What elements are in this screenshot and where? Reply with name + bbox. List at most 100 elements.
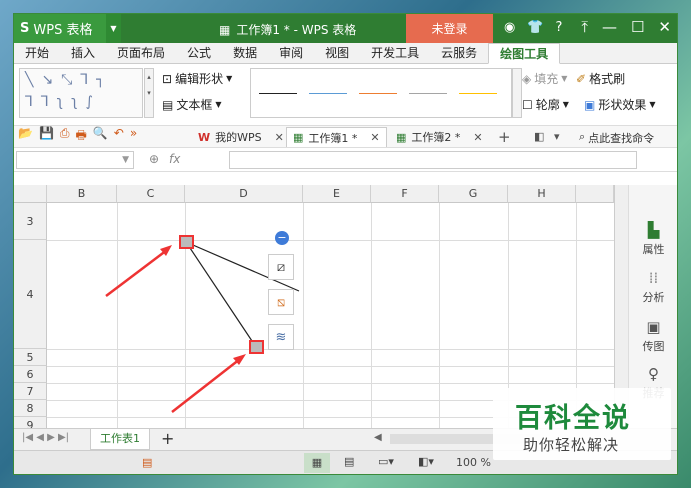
tab-my-wps[interactable]: W 我的WPS ✕: [192, 127, 290, 147]
tab-drawing-tools[interactable]: 绘图工具: [488, 42, 561, 64]
tab-list-icon[interactable]: ▾: [554, 130, 560, 143]
curve-connector-icon[interactable]: Ꞁ: [41, 94, 49, 110]
add-sheet-button[interactable]: +: [161, 429, 174, 448]
arrow-shape-icon[interactable]: ↘: [41, 72, 53, 88]
line-shape-icon[interactable]: ╲: [25, 72, 33, 88]
tab-nav-icon[interactable]: ◧: [534, 130, 544, 143]
layout-view-icon[interactable]: ▭▾: [378, 455, 394, 468]
tab-data[interactable]: 数据: [222, 43, 268, 64]
hscroll-left-icon[interactable]: ◀: [374, 432, 382, 443]
sheet-nav-icons[interactable]: |◀ ◀ ▶ ▶|: [22, 432, 69, 443]
line-style-swatch[interactable]: [259, 93, 297, 94]
fx-icon[interactable]: fx: [169, 152, 180, 166]
tab-view[interactable]: 视图: [314, 43, 360, 64]
normal-view-icon[interactable]: ▦: [304, 453, 330, 473]
shape-effect-button[interactable]: ▣ 形状效果 ▼: [584, 96, 656, 113]
macro-icon[interactable]: ▤: [142, 456, 152, 469]
double-arrow-shape-icon[interactable]: ⤡: [61, 72, 72, 88]
zoom-formula-icon[interactable]: ⊕: [149, 152, 159, 166]
fill-bucket-icon: ◈: [522, 71, 532, 86]
close-tab-icon[interactable]: ✕: [370, 131, 379, 144]
tab-page-layout[interactable]: 页面布局: [106, 43, 176, 64]
close-icon[interactable]: ✕: [658, 18, 671, 36]
tab-cloud[interactable]: 云服务: [430, 43, 488, 64]
name-box[interactable]: ▼: [16, 151, 134, 169]
shape-style-icon[interactable]: ⧄: [268, 254, 294, 280]
print-preview-icon[interactable]: 🔍: [93, 126, 108, 147]
line-end-handle[interactable]: [249, 340, 264, 354]
outline-label: 轮廓: [535, 98, 560, 112]
new-tab-icon[interactable]: +: [498, 128, 511, 146]
skin-icon[interactable]: ◉: [504, 20, 515, 35]
line-shapes-gallery[interactable]: ╲ ↘ ⤡ Ꞁ ┐ Ꞁ Ꞁʅ ʅ ∫: [19, 68, 143, 118]
close-tab-icon[interactable]: ✕: [275, 131, 284, 144]
restore-icon[interactable]: ⤒: [581, 18, 588, 36]
shape-outline-icon[interactable]: ⧅: [268, 289, 294, 315]
shirt-icon[interactable]: 👕: [527, 20, 543, 35]
workbook2-label: 工作簿2 *: [411, 131, 461, 144]
tab-formula[interactable]: 公式: [176, 43, 222, 64]
curve-double-icon[interactable]: ʅ: [71, 94, 77, 110]
line-style-gallery[interactable]: [250, 68, 512, 118]
line-style-swatch[interactable]: [459, 93, 497, 94]
app-menu-button[interactable]: S WPS 表格 ▼: [14, 14, 121, 43]
workbook1-label: 工作簿1 *: [308, 131, 358, 145]
sidebar-item-analysis[interactable]: ⁞⁞ 分析: [631, 269, 676, 305]
page-break-view-icon[interactable]: ▤: [344, 455, 354, 468]
fill-button[interactable]: ◈ 填充 ▼: [522, 70, 567, 87]
layers-icon[interactable]: ≋: [268, 324, 294, 350]
brush-icon: ✐: [576, 71, 587, 86]
sidebar-item-properties[interactable]: ▙ 属性: [631, 221, 676, 257]
ribbon-tabs: 开始 插入 页面布局 公式 数据 审阅 视图 开发工具 云服务 绘图工具: [14, 42, 677, 64]
help-icon[interactable]: ?: [556, 20, 563, 35]
elbow-shape-icon[interactable]: Ꞁ: [80, 72, 88, 88]
sheet-tab-active[interactable]: 工作表1: [90, 429, 150, 450]
zoom-level[interactable]: 100 %: [456, 456, 491, 469]
reading-view-icon[interactable]: ◧▾: [418, 455, 434, 468]
maximize-icon[interactable]: ☐: [631, 18, 644, 36]
minimize-icon[interactable]: —: [602, 18, 617, 36]
undo-icon[interactable]: ↶: [114, 126, 124, 147]
export-pdf-icon[interactable]: ⎙: [60, 126, 70, 147]
workbook-icon: ▦: [219, 22, 231, 37]
tab-workbook1[interactable]: ▦ 工作簿1 * ✕: [286, 127, 387, 147]
line-style-swatch[interactable]: [409, 93, 447, 94]
login-button[interactable]: 未登录: [406, 14, 493, 43]
outline-button[interactable]: ☐ 轮廓 ▼: [522, 96, 569, 113]
tab-home[interactable]: 开始: [14, 43, 60, 64]
chevron-down-icon[interactable]: ▼: [106, 14, 121, 43]
line-gallery-scroll[interactable]: [512, 68, 522, 118]
search-icon: ⌕: [579, 130, 586, 143]
tab-review[interactable]: 审阅: [268, 43, 314, 64]
save-icon[interactable]: 💾: [39, 126, 54, 147]
doc-title-text: 工作簿1 * - WPS 表格: [236, 23, 357, 37]
line-style-swatch[interactable]: [359, 93, 397, 94]
open-folder-icon[interactable]: 📂: [18, 126, 33, 147]
sidebar-item-share-image[interactable]: ▣ 传图: [631, 318, 676, 354]
more-icon[interactable]: »: [130, 126, 137, 147]
shape-effect-icon: ▣: [584, 97, 596, 112]
collapse-minus-icon[interactable]: −: [275, 231, 289, 245]
command-search[interactable]: ⌕ 点此查找命令: [579, 130, 654, 146]
print-icon[interactable]: 🖶: [76, 126, 87, 147]
tab-developer[interactable]: 开发工具: [360, 43, 430, 64]
tab-insert[interactable]: 插入: [60, 43, 106, 64]
line-start-handle[interactable]: [179, 235, 194, 249]
freeform-icon[interactable]: ∫: [86, 94, 93, 110]
tab-workbook2[interactable]: ▦ 工作簿2 * ✕: [390, 127, 489, 147]
elbow-connector-icon[interactable]: Ꞁ: [25, 94, 33, 110]
wps-logo-icon: W: [198, 130, 211, 144]
edit-shape-button[interactable]: ⊡ 编辑形状 ▼: [162, 70, 232, 87]
elbow-arrow-shape-icon[interactable]: ┐: [96, 72, 104, 88]
watermark-subtitle: 助你轻松解决: [523, 436, 620, 454]
line-style-swatch[interactable]: [309, 93, 347, 94]
shapes-gallery-scroll[interactable]: ▴ ▾: [144, 68, 154, 118]
formula-input[interactable]: [229, 151, 637, 169]
textbox-button[interactable]: ▤ 文本框 ▼: [162, 96, 222, 113]
sheet-file-icon: ▦: [293, 131, 304, 144]
curve-arrow-icon[interactable]: ʅ: [57, 94, 63, 110]
document-title: ▦ 工作簿1 * - WPS 表格: [219, 21, 356, 38]
close-tab-icon[interactable]: ✕: [473, 131, 482, 144]
format-brush-button[interactable]: ✐ 格式刷: [576, 70, 625, 87]
command-search-label: 点此查找命令: [588, 132, 655, 145]
